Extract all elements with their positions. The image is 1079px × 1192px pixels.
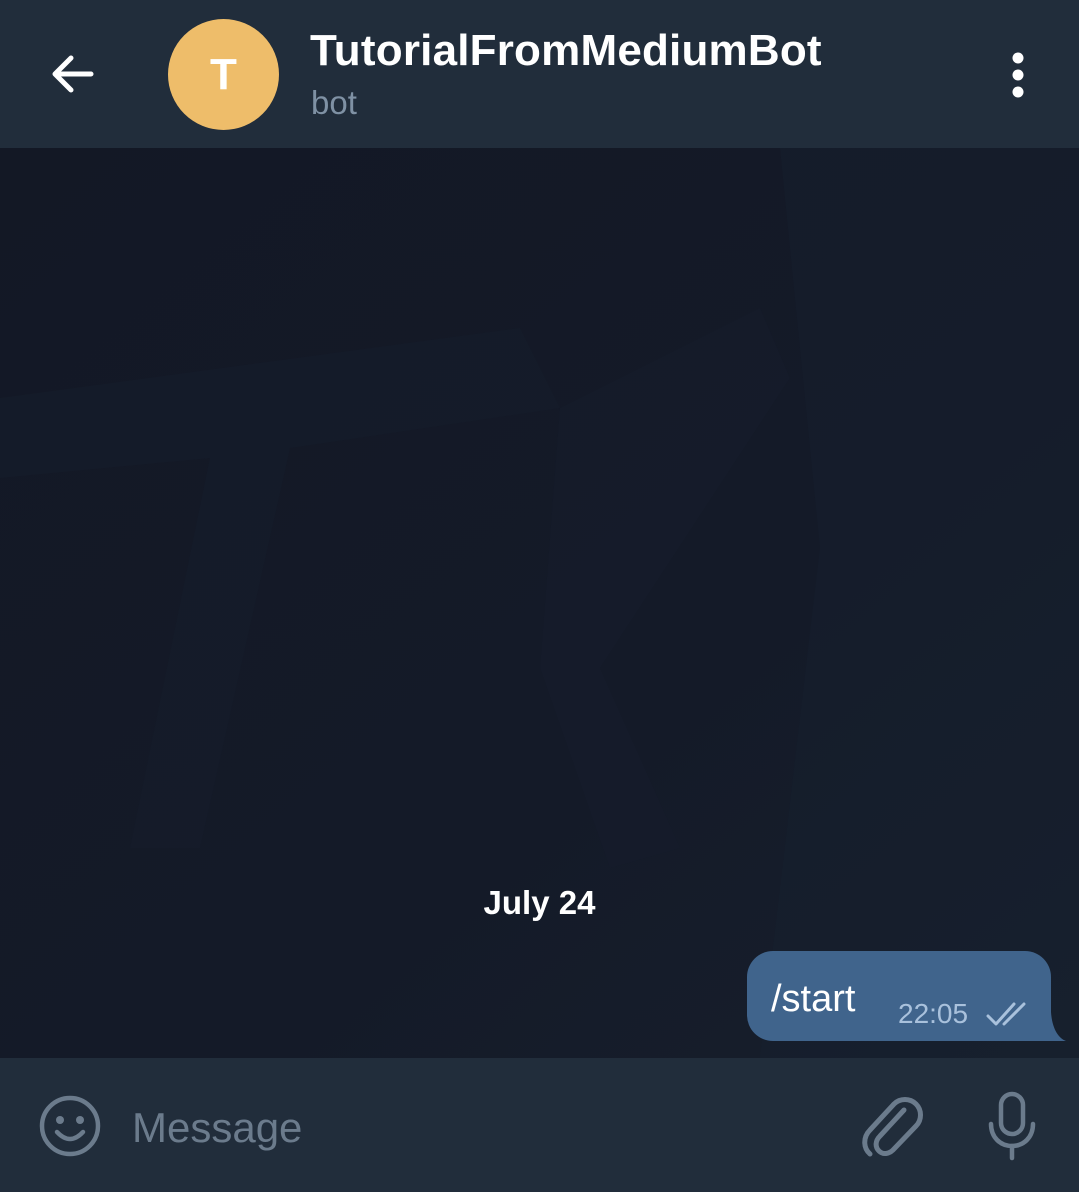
date-separator: July 24 — [0, 884, 1079, 922]
more-vertical-icon — [1012, 52, 1024, 98]
microphone-icon — [988, 1091, 1036, 1161]
smile-icon — [39, 1095, 101, 1157]
double-check-icon — [986, 1002, 1026, 1026]
more-menu-button[interactable] — [990, 44, 1046, 106]
voice-record-button[interactable] — [982, 1090, 1042, 1162]
avatar[interactable]: T — [168, 19, 279, 130]
attach-button[interactable] — [858, 1090, 924, 1162]
date-separator-label: July 24 — [483, 884, 596, 921]
chat-title[interactable]: TutorialFromMediumBot — [310, 26, 822, 76]
back-button[interactable] — [30, 36, 114, 112]
message-time: 22:05 — [898, 998, 969, 1029]
chat-screen: T TutorialFromMediumBot bot July 24 /sta… — [0, 0, 1079, 1192]
chat-subtitle: bot — [311, 84, 357, 121]
paperclip-icon — [862, 1097, 923, 1157]
message-input[interactable] — [132, 1096, 822, 1160]
message-text: /start — [771, 978, 856, 1020]
avatar-initial: T — [210, 49, 237, 99]
emoji-button[interactable] — [36, 1092, 104, 1160]
bubble-tail — [1040, 1012, 1066, 1041]
chat-header: T TutorialFromMediumBot bot — [0, 0, 1079, 148]
arrow-left-icon — [52, 55, 94, 93]
